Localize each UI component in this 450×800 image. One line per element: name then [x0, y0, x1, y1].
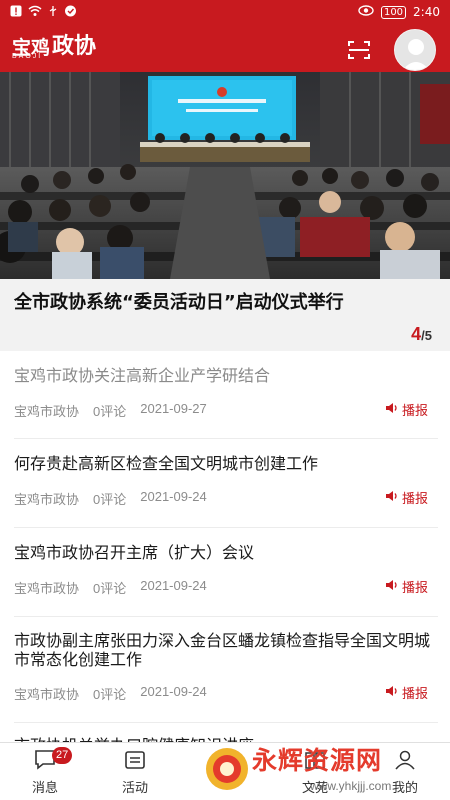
watermark: 永辉资源网 www.yhkjjj.com [202, 738, 450, 800]
news-item[interactable]: 宝鸡市政协召开主席（扩大）会议 宝鸡市政协 0评论 2021-09-24 播报 [14, 528, 438, 617]
broadcast-label: 播报 [401, 492, 428, 507]
broadcast-label: 播报 [401, 581, 428, 596]
news-title: 市政协副主席张田力深入金台区蟠龙镇检查指导全国文明城市常态化创建工作 [14, 631, 431, 669]
status-right: 100 2:40 [358, 5, 440, 19]
news-source: 宝鸡市政协 [14, 404, 80, 419]
news-source: 宝鸡市政协 [14, 581, 80, 596]
header: 100 2:40 宝鸡 政协 BAOJI [0, 0, 450, 72]
news-comments: 0评论 [93, 687, 127, 702]
carousel-counter-total: /5 [421, 328, 432, 343]
hero-carousel-image[interactable] [0, 72, 450, 279]
news-item[interactable]: 何存贵赴高新区检查全国文明城市创建工作 宝鸡市政协 0评论 2021-09-24… [14, 439, 438, 528]
watermark-url: www.yhkjjj.com [310, 779, 392, 793]
status-time: 2:40 [413, 5, 440, 19]
carousel-counter: 4/5 [411, 324, 432, 345]
avatar[interactable] [394, 29, 436, 71]
news-item[interactable]: 宝鸡市政协关注高新企业产学研结合 宝鸡市政协 0评论 2021-09-27 播报 [14, 351, 438, 439]
broadcast-label: 播报 [401, 404, 428, 419]
wifi-icon [28, 5, 42, 20]
logo-subtitle: BAOJI [12, 53, 43, 60]
tab-activities[interactable]: 活动 [90, 743, 180, 800]
hero-caption[interactable]: 全市政协系统“委员活动日”启动仪式举行 4/5 [0, 279, 450, 351]
broadcast-button[interactable]: 播报 [385, 400, 428, 419]
news-meta: 宝鸡市政协 0评论 2021-09-24 [14, 684, 207, 703]
eye-icon [358, 5, 374, 19]
scan-qr-icon[interactable] [347, 40, 371, 60]
news-title: 宝鸡市政协关注高新企业产学研结合 [14, 366, 271, 385]
broadcast-button[interactable]: 播报 [385, 488, 428, 507]
news-item[interactable]: 市政协副主席张田力深入金台区蟠龙镇检查指导全国文明城市常态化创建工作 宝鸡市政协… [14, 617, 438, 723]
status-bar: 100 2:40 [0, 0, 450, 26]
speaker-icon [385, 402, 399, 418]
speaker-icon [385, 685, 399, 701]
usb-icon [48, 5, 58, 20]
speaker-icon [385, 579, 399, 595]
news-meta: 宝鸡市政协 0评论 2021-09-27 [14, 401, 207, 420]
app-bar: 宝鸡 政协 BAOJI [0, 26, 450, 72]
calendar-icon [123, 749, 147, 771]
carousel-counter-current: 4 [411, 324, 422, 344]
news-title: 宝鸡市政协召开主席（扩大）会议 [14, 543, 255, 562]
news-title: 何存贵赴高新区检查全国文明城市创建工作 [14, 454, 319, 473]
news-date: 2021-09-24 [140, 684, 207, 699]
notification-alert-icon [10, 5, 22, 20]
news-date: 2021-09-24 [140, 489, 207, 504]
tab-label: 活动 [121, 781, 148, 796]
broadcast-label: 播报 [401, 687, 428, 702]
news-meta: 宝鸡市政协 0评论 2021-09-24 [14, 489, 207, 508]
app-notification-icon [64, 5, 77, 20]
battery-indicator: 100 [380, 5, 407, 19]
speaker-icon [385, 490, 399, 506]
broadcast-button[interactable]: 播报 [385, 577, 428, 596]
news-comments: 0评论 [93, 581, 127, 596]
news-date: 2021-09-27 [140, 401, 207, 416]
news-date: 2021-09-24 [140, 578, 207, 593]
logo-accent: 政协 [52, 33, 97, 59]
news-source: 宝鸡市政协 [14, 687, 80, 702]
news-meta: 宝鸡市政协 0评论 2021-09-24 [14, 578, 207, 597]
unread-badge: 27 [52, 747, 73, 764]
watermark-title: 永辉资源网 [252, 746, 383, 775]
news-comments: 0评论 [93, 492, 127, 507]
status-left [10, 5, 77, 20]
tab-messages[interactable]: 27 消息 [0, 743, 90, 800]
watermark-logo-icon [206, 748, 248, 790]
hero-caption-title: 全市政协系统“委员活动日”启动仪式举行 [14, 292, 344, 313]
tab-label: 消息 [31, 781, 58, 796]
broadcast-button[interactable]: 播报 [385, 683, 428, 702]
news-comments: 0评论 [93, 404, 127, 419]
news-source: 宝鸡市政协 [14, 492, 80, 507]
